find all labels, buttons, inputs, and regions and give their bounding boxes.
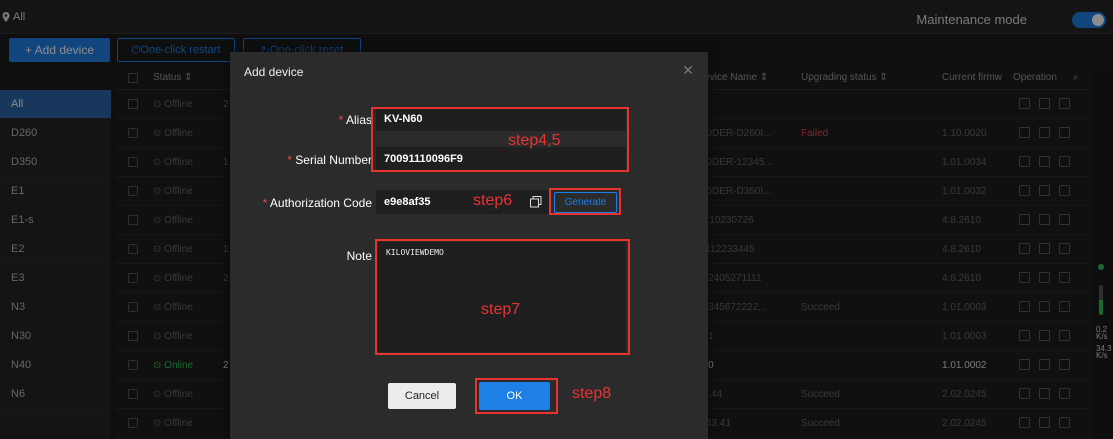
annotation-box-note	[375, 239, 630, 355]
annotation-box-ok	[475, 378, 558, 414]
copy-icon[interactable]	[530, 196, 542, 208]
annotation-step8: step8	[572, 385, 612, 402]
alias-label-text: Alias	[345, 113, 372, 127]
alias-label: * Alias	[338, 113, 372, 127]
authorization-code-label: * Authorization Code	[262, 196, 372, 210]
authorization-code-label-text: Authorization Code	[269, 196, 372, 210]
note-label: Note	[346, 249, 372, 263]
app-root: All Maintenance mode + Add device ⏻ One-c…	[0, 0, 1113, 439]
serial-number-label-text: Serial Number	[295, 153, 372, 167]
add-device-dialog: Add device ✕ * Alias KV-N60 * Serial Num…	[230, 52, 708, 439]
cancel-button[interactable]: Cancel	[388, 383, 456, 409]
annotation-step7: step7	[481, 301, 521, 318]
annotation-step6: step6	[473, 192, 513, 209]
close-icon[interactable]: ✕	[682, 62, 694, 79]
annotation-box-generate	[549, 188, 621, 215]
annotation-step45: step4,5	[508, 132, 561, 149]
annotation-box-alias-serial	[371, 107, 629, 172]
dialog-title: Add device	[244, 65, 304, 79]
authorization-code-input[interactable]: e9e8af35	[376, 190, 550, 214]
serial-number-label: * Serial Number	[287, 153, 372, 167]
